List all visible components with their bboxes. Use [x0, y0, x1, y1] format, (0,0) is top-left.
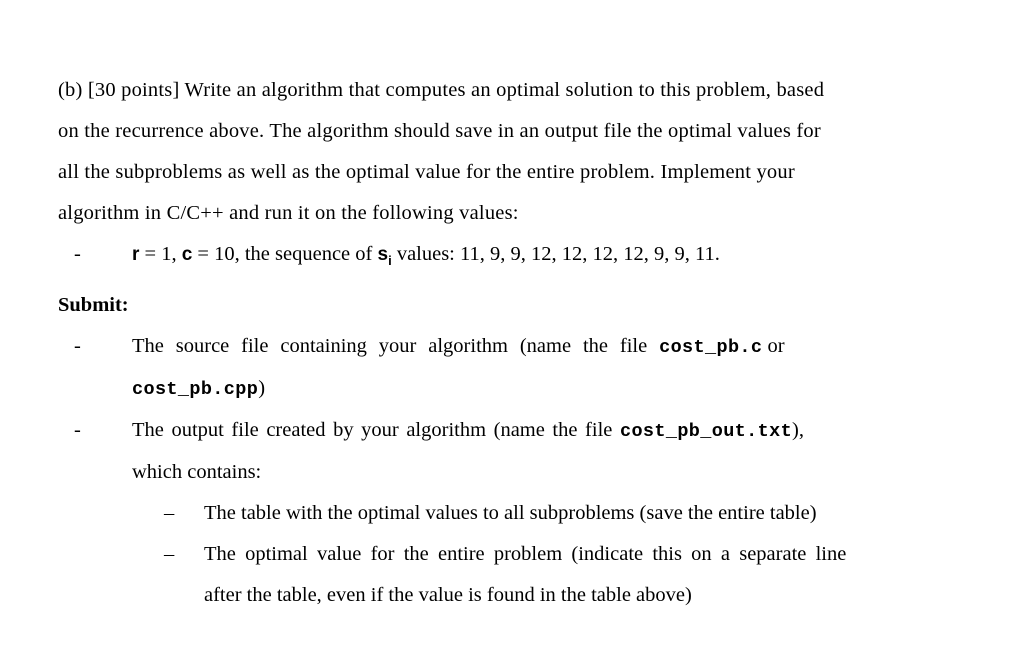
- submit-item-1-line-2: cost_pb.cpp): [132, 368, 920, 410]
- values-text-1: = 1,: [139, 243, 182, 265]
- values-list-item: -r = 1, c = 10, the sequence of si value…: [58, 234, 920, 281]
- en-dash-bullet-icon: –: [164, 502, 175, 525]
- output-contents-item: – The table with the optimal values to al…: [58, 493, 920, 534]
- output-contents-item-2-line-2: after the table, even if the value is fo…: [204, 584, 692, 607]
- submit-item-1-text: The source file containing your algorith…: [132, 335, 660, 358]
- submit-item-2-text-post: ),: [792, 419, 804, 442]
- submit-item-1-text-post: or: [762, 335, 785, 358]
- output-contents-item-1-text: The table with the optimal values to all…: [204, 502, 817, 525]
- output-contents-list: – The table with the optimal values to al…: [58, 493, 920, 616]
- values-sequence-text: values: 11, 9, 9, 12, 12, 12, 12, 9, 9, …: [391, 243, 720, 265]
- submit-item-2-text: The output file created by your algorith…: [132, 419, 620, 442]
- submit-list-item: - The source file containing your algori…: [58, 326, 920, 410]
- submit-item-1-paren: ): [258, 377, 266, 400]
- submit-item-2-line-2: which contains:: [132, 461, 262, 484]
- document-page: (b) [30 points] Write an algorithm that …: [0, 0, 1024, 646]
- submit-list: - The source file containing your algori…: [58, 326, 920, 493]
- dash-bullet-icon: -: [74, 335, 81, 358]
- filename-cost-pb-cpp: cost_pb.cpp: [132, 379, 259, 401]
- document-body: (b) [30 points] Write an algorithm that …: [58, 70, 920, 616]
- values-text-2: = 10, the sequence of: [192, 243, 378, 265]
- submit-heading: Submit:: [58, 294, 129, 317]
- filename-cost-pb-c: cost_pb.c: [659, 337, 763, 359]
- question-line-4: algorithm in C/C++ and run it on the fol…: [58, 202, 519, 224]
- filename-cost-pb-out-txt: cost_pb_out.txt: [619, 421, 793, 443]
- output-contents-item-2-line-1: The optimal value for the entire problem…: [204, 543, 847, 566]
- en-dash-bullet-icon: –: [164, 543, 175, 566]
- variable-s: s: [377, 244, 389, 265]
- dash-bullet-icon: -: [74, 419, 81, 442]
- output-contents-item: – The optimal value for the entire proble…: [58, 534, 920, 616]
- question-line-2: on the recurrence above. The algorithm s…: [58, 120, 821, 142]
- submit-list-item: - The output file created by your algori…: [58, 410, 920, 493]
- dash-bullet-icon: -: [74, 243, 81, 265]
- question-line-3: all the subproblems as well as the optim…: [58, 161, 795, 183]
- variable-c: c: [181, 244, 193, 265]
- values-list: -r = 1, c = 10, the sequence of si value…: [58, 234, 920, 281]
- question-paragraph: (b) [30 points] Write an algorithm that …: [58, 70, 920, 234]
- question-line-1: (b) [30 points] Write an algorithm that …: [58, 79, 825, 101]
